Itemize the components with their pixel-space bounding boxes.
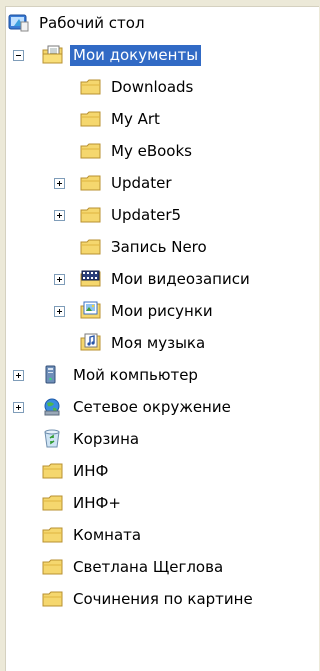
tree-item-label: Downloads	[111, 77, 194, 96]
tree-item-label: Мои рисунки	[111, 301, 213, 320]
tree-item-updater[interactable]: Updater	[80, 167, 175, 199]
tree-item-label: ИНФ	[73, 461, 109, 480]
tree-item-label: Сетевое окружение	[73, 397, 231, 416]
tree-item-updater5[interactable]: Updater5	[80, 199, 184, 231]
expand-toggle[interactable]	[13, 370, 24, 381]
tree-item-inf[interactable]: ИНФ	[42, 455, 111, 487]
video-folder-icon	[80, 269, 102, 289]
tree-item-label: Мои видеозаписи	[111, 269, 250, 288]
tree-item-downloads[interactable]: Downloads	[80, 71, 196, 103]
folder-icon	[80, 173, 102, 193]
network-icon	[42, 397, 64, 417]
tree-item-my-art[interactable]: My Art	[80, 103, 163, 135]
folder-icon	[80, 237, 102, 257]
tree-item-network[interactable]: Сетевое окружение	[42, 391, 234, 423]
expand-toggle[interactable]	[54, 210, 65, 221]
desktop-icon	[8, 13, 30, 33]
tree-item-inf-plus[interactable]: ИНФ+	[42, 487, 124, 519]
tree-item-label: Updater	[111, 173, 172, 192]
tree-item-my-pictures[interactable]: Мои рисунки	[80, 295, 216, 327]
folder-icon	[42, 461, 64, 481]
tree-item-my-ebooks[interactable]: My eBooks	[80, 135, 195, 167]
tree-item-my-music[interactable]: Моя музыка	[80, 327, 208, 359]
recycle-bin-icon	[42, 429, 64, 449]
tree-item-nero[interactable]: Запись Nero	[80, 231, 210, 263]
tree-item-label: My Art	[111, 109, 160, 128]
folder-icon	[42, 589, 64, 609]
folder-icon	[80, 77, 102, 97]
folder-icon	[42, 525, 64, 545]
music-folder-icon	[80, 333, 102, 353]
tree-item-my-documents[interactable]: Мои документы	[42, 39, 202, 71]
tree-item-recycle-bin[interactable]: Корзина	[42, 423, 142, 455]
tree-item-my-computer[interactable]: Мой компьютер	[42, 359, 201, 391]
expand-toggle[interactable]	[54, 178, 65, 189]
folder-tree-pane: Рабочий стол Мои документы Downloads My …	[5, 6, 319, 671]
tree-item-essays[interactable]: Сочинения по картине	[42, 583, 256, 615]
tree-item-label: Мои документы	[70, 44, 202, 66]
expand-toggle[interactable]	[54, 274, 65, 285]
tree-item-label: Сочинения по картине	[73, 589, 253, 608]
collapse-toggle[interactable]	[13, 50, 24, 61]
tree-item-label: ИНФ+	[73, 493, 121, 512]
tree-item-room[interactable]: Комната	[42, 519, 144, 551]
folder-icon	[42, 557, 64, 577]
my-documents-folder-icon	[42, 45, 64, 65]
tree-item-label: Корзина	[73, 429, 140, 448]
folder-icon	[42, 493, 64, 513]
folder-icon	[80, 109, 102, 129]
tree-item-svetlana[interactable]: Светлана Щеглова	[42, 551, 226, 583]
tree-item-label: Мой компьютер	[73, 365, 198, 384]
pictures-folder-icon	[80, 301, 102, 321]
folder-tree: Рабочий стол Мои документы Downloads My …	[6, 7, 319, 671]
folder-icon	[80, 141, 102, 161]
tree-item-label: Запись Nero	[111, 237, 207, 256]
my-computer-icon	[42, 365, 64, 385]
tree-item-desktop[interactable]: Рабочий стол	[8, 7, 148, 39]
expand-toggle[interactable]	[13, 402, 24, 413]
tree-item-label: Updater5	[111, 205, 182, 224]
tree-item-label: Комната	[73, 525, 142, 544]
tree-item-label: Рабочий стол	[39, 13, 145, 32]
folder-icon	[80, 205, 102, 225]
tree-item-label: Моя музыка	[111, 333, 206, 352]
tree-item-label: Светлана Щеглова	[73, 557, 224, 576]
tree-item-label: My eBooks	[111, 141, 192, 160]
expand-toggle[interactable]	[54, 306, 65, 317]
tree-item-my-videos[interactable]: Мои видеозаписи	[80, 263, 253, 295]
